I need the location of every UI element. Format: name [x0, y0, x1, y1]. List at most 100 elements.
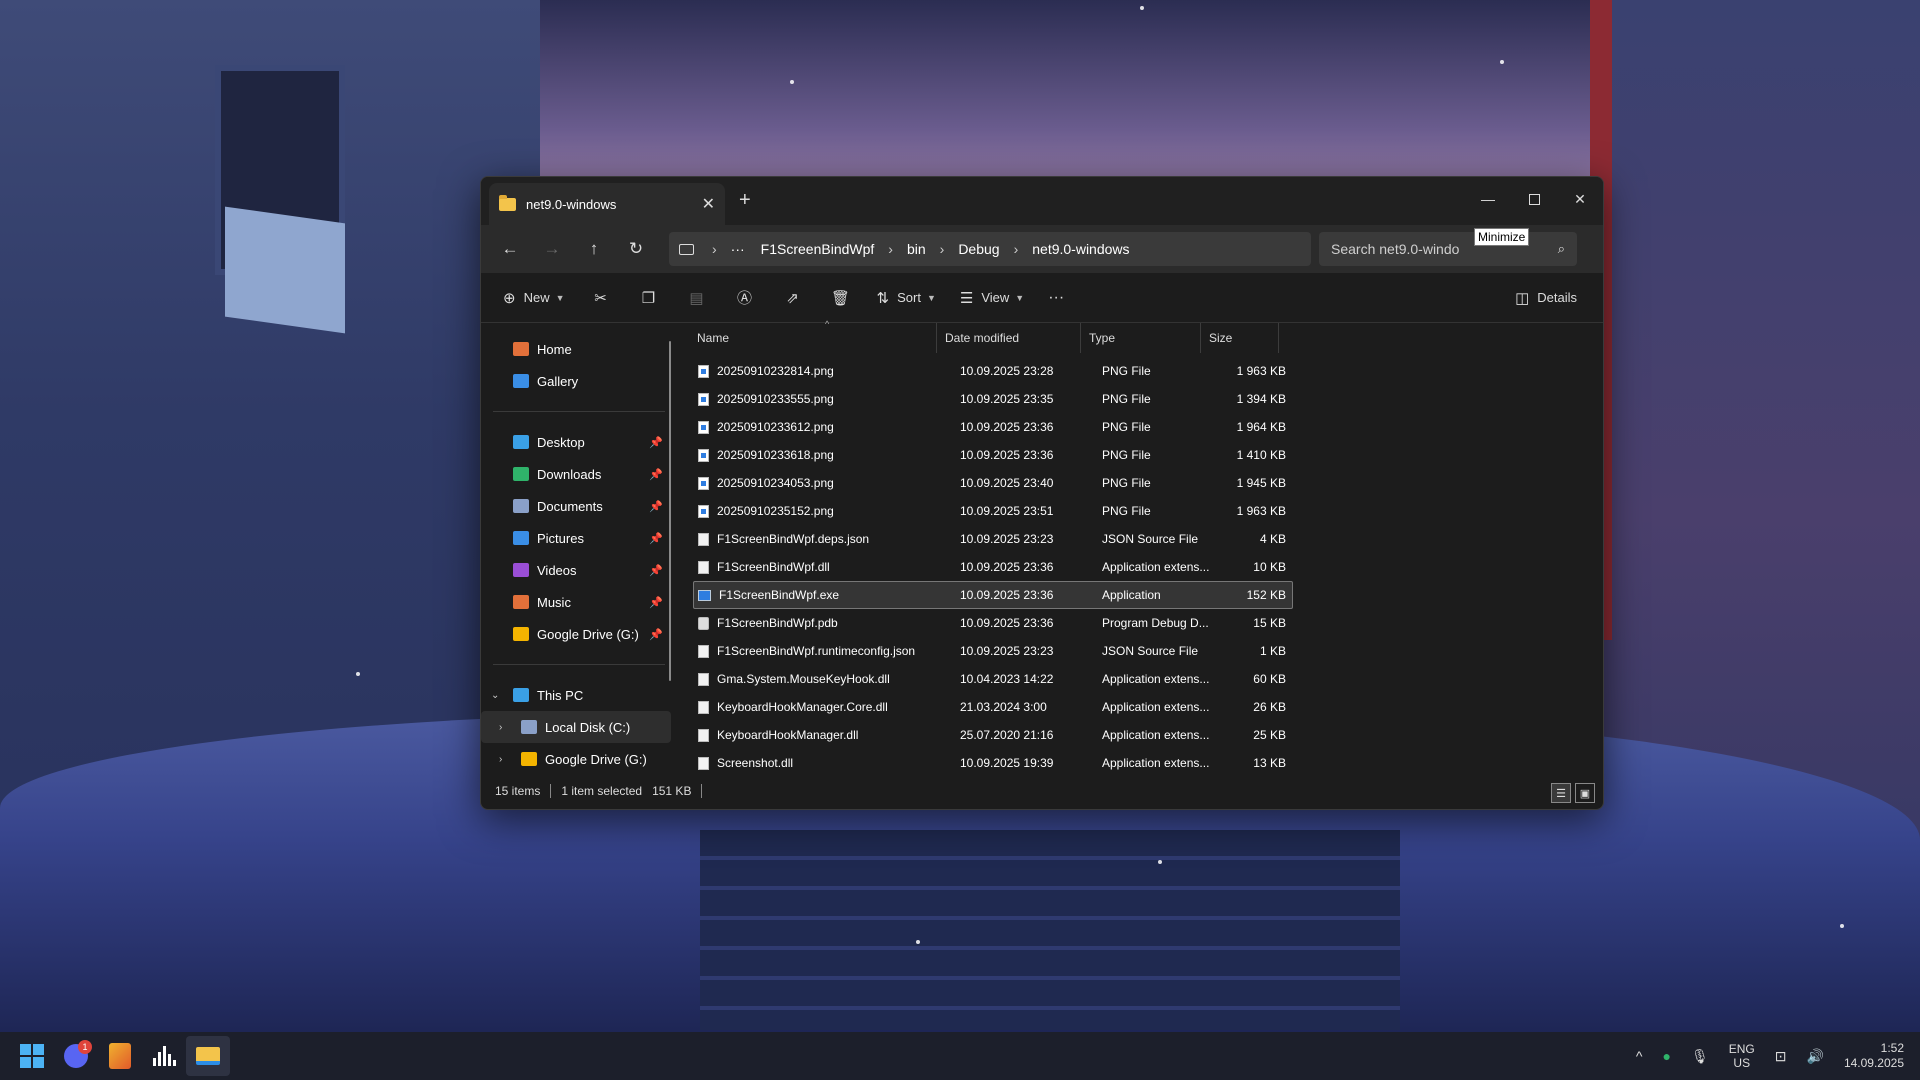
file-name: 20250910235152.png — [717, 504, 834, 518]
details-button[interactable]: ◫ Details — [1505, 282, 1587, 314]
details-view-button[interactable]: ☰ — [1551, 783, 1571, 803]
view-button[interactable]: ☰ View ▼ — [950, 282, 1034, 314]
image-file-icon — [698, 364, 709, 378]
file-size: 1 963 KB — [1236, 504, 1286, 518]
sidebar-item-music[interactable]: Music 📌 — [481, 586, 677, 618]
share-button[interactable]: ⇗ — [771, 282, 815, 314]
file-type: PNG File — [1102, 420, 1151, 434]
refresh-button[interactable]: ↻ — [615, 233, 657, 265]
sidebar-item-pictures[interactable]: Pictures 📌 — [481, 522, 677, 554]
music-icon — [513, 595, 529, 609]
chevron-down-icon: ▼ — [1015, 292, 1025, 303]
rename-button[interactable]: Ⓐ — [723, 282, 767, 314]
microphone-icon[interactable]: 🎙 — [1691, 1048, 1709, 1065]
file-row[interactable]: 20250910233618.png 10.09.2025 23:36 PNG Fi… — [693, 441, 1293, 469]
file-row[interactable]: F1ScreenBindWpf.exe 10.09.2025 23:36 Appli… — [693, 581, 1293, 609]
input-language[interactable]: ENG US — [1729, 1042, 1755, 1070]
minimize-button[interactable]: — — [1465, 183, 1511, 215]
file-explorer-icon — [196, 1047, 220, 1065]
clock[interactable]: 1:52 14.09.2025 — [1844, 1041, 1904, 1071]
app-icon — [109, 1043, 131, 1069]
plus-circle-icon: ⊕ — [503, 289, 516, 307]
sidebar-item-home[interactable]: Home — [481, 333, 677, 365]
copy-button[interactable]: ❐ — [627, 282, 671, 314]
column-header-date-modified[interactable]: Date modified — [937, 323, 1081, 353]
sort-ascending-icon: ^ — [825, 319, 830, 329]
image-file-icon — [698, 448, 709, 462]
taskbar-audio-app[interactable] — [142, 1036, 186, 1076]
file-row[interactable]: 20250910235152.png 10.09.2025 23:51 PNG Fi… — [693, 497, 1293, 525]
new-tab-button[interactable]: + — [739, 189, 751, 212]
delete-button[interactable]: 🗑 — [819, 282, 863, 314]
back-button[interactable]: ← — [489, 233, 531, 265]
file-name-cell: 20250910234053.png — [694, 476, 952, 490]
file-row[interactable]: KeyboardHookManager.dll 25.07.2020 21:16 A… — [693, 721, 1293, 749]
column-header-name[interactable]: Name — [689, 323, 937, 353]
sidebar-item-gallery[interactable]: Gallery — [481, 365, 677, 397]
file-row[interactable]: Gma.System.MouseKeyHook.dll 10.04.2023 14… — [693, 665, 1293, 693]
network-icon[interactable]: ⊡ — [1775, 1048, 1787, 1065]
tray-app-icon[interactable]: ● — [1663, 1048, 1671, 1064]
more-options-button[interactable]: ··· — [1038, 282, 1074, 314]
sort-button[interactable]: ⇅ Sort ▼ — [867, 282, 946, 314]
sidebar-item-google-drive-g[interactable]: › Google Drive (G:) — [481, 743, 677, 775]
sidebar-item-desktop[interactable]: Desktop 📌 — [481, 426, 677, 458]
sidebar-item-documents[interactable]: Documents 📌 — [481, 490, 677, 522]
address-bar[interactable]: › ··· F1ScreenBindWpf › bin › Debug › ne… — [669, 232, 1311, 266]
breadcrumb-debug[interactable]: Debug — [958, 241, 999, 257]
file-type: Application extens... — [1102, 672, 1210, 686]
breadcrumb-bin[interactable]: bin — [907, 241, 926, 257]
tiles-view-button[interactable]: ▣ — [1575, 783, 1595, 803]
file-row[interactable]: 20250910233555.png 10.09.2025 23:35 PNG Fi… — [693, 385, 1293, 413]
sidebar-divider — [493, 664, 665, 665]
file-row[interactable]: F1ScreenBindWpf.dll 10.09.2025 23:36 Appli… — [693, 553, 1293, 581]
sidebar-item-google-drive-g[interactable]: Google Drive (G:) 📌 — [481, 618, 677, 650]
column-header-size[interactable]: Size — [1201, 323, 1279, 353]
file-type: PNG File — [1102, 504, 1151, 518]
close-window-button[interactable]: ✕ — [1557, 183, 1603, 215]
show-hidden-icons-button[interactable]: ^ — [1636, 1048, 1643, 1064]
file-row[interactable]: F1ScreenBindWpf.runtimeconfig.json 10.09.… — [693, 637, 1293, 665]
taskbar-discord[interactable]: 1 — [54, 1036, 98, 1076]
file-name-cell: 20250910233618.png — [694, 448, 952, 462]
file-row[interactable]: 20250910233612.png 10.09.2025 23:36 PNG Fi… — [693, 413, 1293, 441]
sidebar-item-downloads[interactable]: Downloads 📌 — [481, 458, 677, 490]
search-box[interactable]: Search net9.0-windo ⌕ — [1319, 232, 1577, 266]
new-button[interactable]: ⊕ New ▼ — [493, 282, 575, 314]
file-icon — [698, 700, 709, 714]
file-row[interactable]: 20250910232814.png 10.09.2025 23:28 PNG Fi… — [693, 357, 1293, 385]
file-name: 20250910232814.png — [717, 364, 834, 378]
equalizer-icon — [152, 1046, 176, 1066]
sidebar-item-this-pc[interactable]: ⌄ This PC — [481, 679, 677, 711]
breadcrumb-more-button[interactable]: ··· — [731, 241, 745, 257]
file-row[interactable]: F1ScreenBindWpf.deps.json 10.09.2025 23:2… — [693, 525, 1293, 553]
file-row[interactable]: F1ScreenBindWpf.pdb 10.09.2025 23:36 Progr… — [693, 609, 1293, 637]
up-button[interactable]: ↑ — [573, 233, 615, 265]
notification-badge: 1 — [78, 1040, 92, 1054]
windows-logo-icon — [20, 1044, 44, 1068]
file-row[interactable]: 20250910234053.png 10.09.2025 23:40 PNG Fi… — [693, 469, 1293, 497]
chevron-right-icon[interactable]: › — [499, 722, 502, 733]
forward-button[interactable]: → — [531, 233, 573, 265]
breadcrumb-f1screenbindwpf[interactable]: F1ScreenBindWpf — [761, 241, 875, 257]
close-tab-icon[interactable]: ✕ — [702, 194, 715, 214]
file-row[interactable]: KeyboardHookManager.Core.dll 21.03.2024 3… — [693, 693, 1293, 721]
file-name-cell: 20250910232814.png — [694, 364, 952, 378]
maximize-button[interactable] — [1511, 183, 1557, 215]
file-size: 25 KB — [1253, 728, 1286, 742]
sidebar-item-videos[interactable]: Videos 📌 — [481, 554, 677, 586]
file-date: 21.03.2024 3:00 — [960, 700, 1047, 714]
column-header-type[interactable]: Type — [1081, 323, 1201, 353]
taskbar-file-explorer[interactable] — [186, 1036, 230, 1076]
taskbar-app-k[interactable] — [98, 1036, 142, 1076]
breadcrumb-net9-windows[interactable]: net9.0-windows — [1032, 241, 1129, 257]
start-button[interactable] — [10, 1036, 54, 1076]
paste-button[interactable]: ▤ — [675, 282, 719, 314]
sidebar-item-local-disk-c[interactable]: › Local Disk (C:) — [481, 711, 671, 743]
cut-button[interactable]: ✂ — [579, 282, 623, 314]
chevron-right-icon: › — [939, 241, 945, 257]
tab-net9-windows[interactable]: net9.0-windows ✕ — [489, 183, 725, 225]
pin-icon: 📌 — [649, 532, 663, 545]
chevron-right-icon[interactable]: › — [499, 754, 502, 765]
volume-icon[interactable]: 🔊 — [1807, 1048, 1824, 1065]
